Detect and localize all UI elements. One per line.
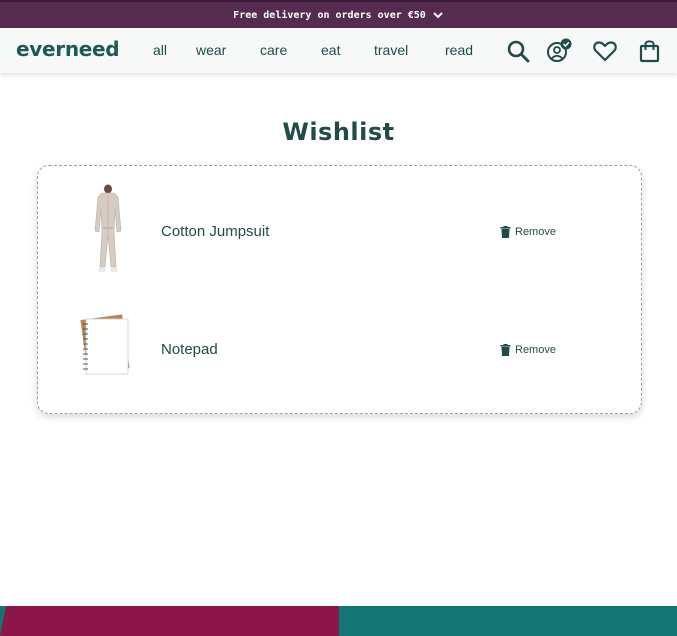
remove-button[interactable]: Remove [500, 344, 556, 356]
wishlist-item: Cotton Jumpsuit Remove [38, 181, 643, 281]
promo-text: Free delivery on orders over €50 [233, 9, 426, 21]
chevron-down-icon[interactable] [432, 9, 444, 21]
heart-icon[interactable] [592, 38, 618, 64]
brand-logo[interactable]: everneed [16, 37, 120, 61]
nav-link-all[interactable]: all [153, 42, 167, 58]
trash-icon [500, 344, 511, 356]
jumpsuit-image[interactable] [78, 183, 138, 279]
nav-link-eat[interactable]: eat [321, 42, 340, 58]
remove-label: Remove [515, 344, 556, 356]
trash-icon [500, 226, 511, 238]
page-title: Wishlist [282, 118, 395, 146]
wishlist-card: Cotton Jumpsuit Remove Notepad Remove [37, 165, 642, 414]
item-name[interactable]: Cotton Jumpsuit [161, 223, 269, 240]
remove-button[interactable]: Remove [500, 226, 556, 238]
promo-bar[interactable]: Free delivery on orders over €50 [0, 0, 677, 28]
main-navbar: everneed all wear care eat travel read [0, 28, 677, 73]
shopping-bag-icon[interactable] [637, 38, 663, 64]
nav-link-care[interactable]: care [260, 42, 287, 58]
nav-link-wear[interactable]: wear [196, 42, 226, 58]
notepad-image[interactable] [78, 309, 138, 405]
nav-link-read[interactable]: read [445, 42, 473, 58]
remove-label: Remove [515, 226, 556, 238]
nav-link-travel[interactable]: travel [374, 42, 408, 58]
footer-band-left [0, 606, 339, 636]
account-verified-icon[interactable] [546, 38, 572, 64]
item-name[interactable]: Notepad [161, 341, 218, 358]
search-icon[interactable] [505, 38, 531, 64]
footer-band-right [339, 606, 677, 636]
wishlist-item: Notepad Remove [38, 299, 643, 399]
